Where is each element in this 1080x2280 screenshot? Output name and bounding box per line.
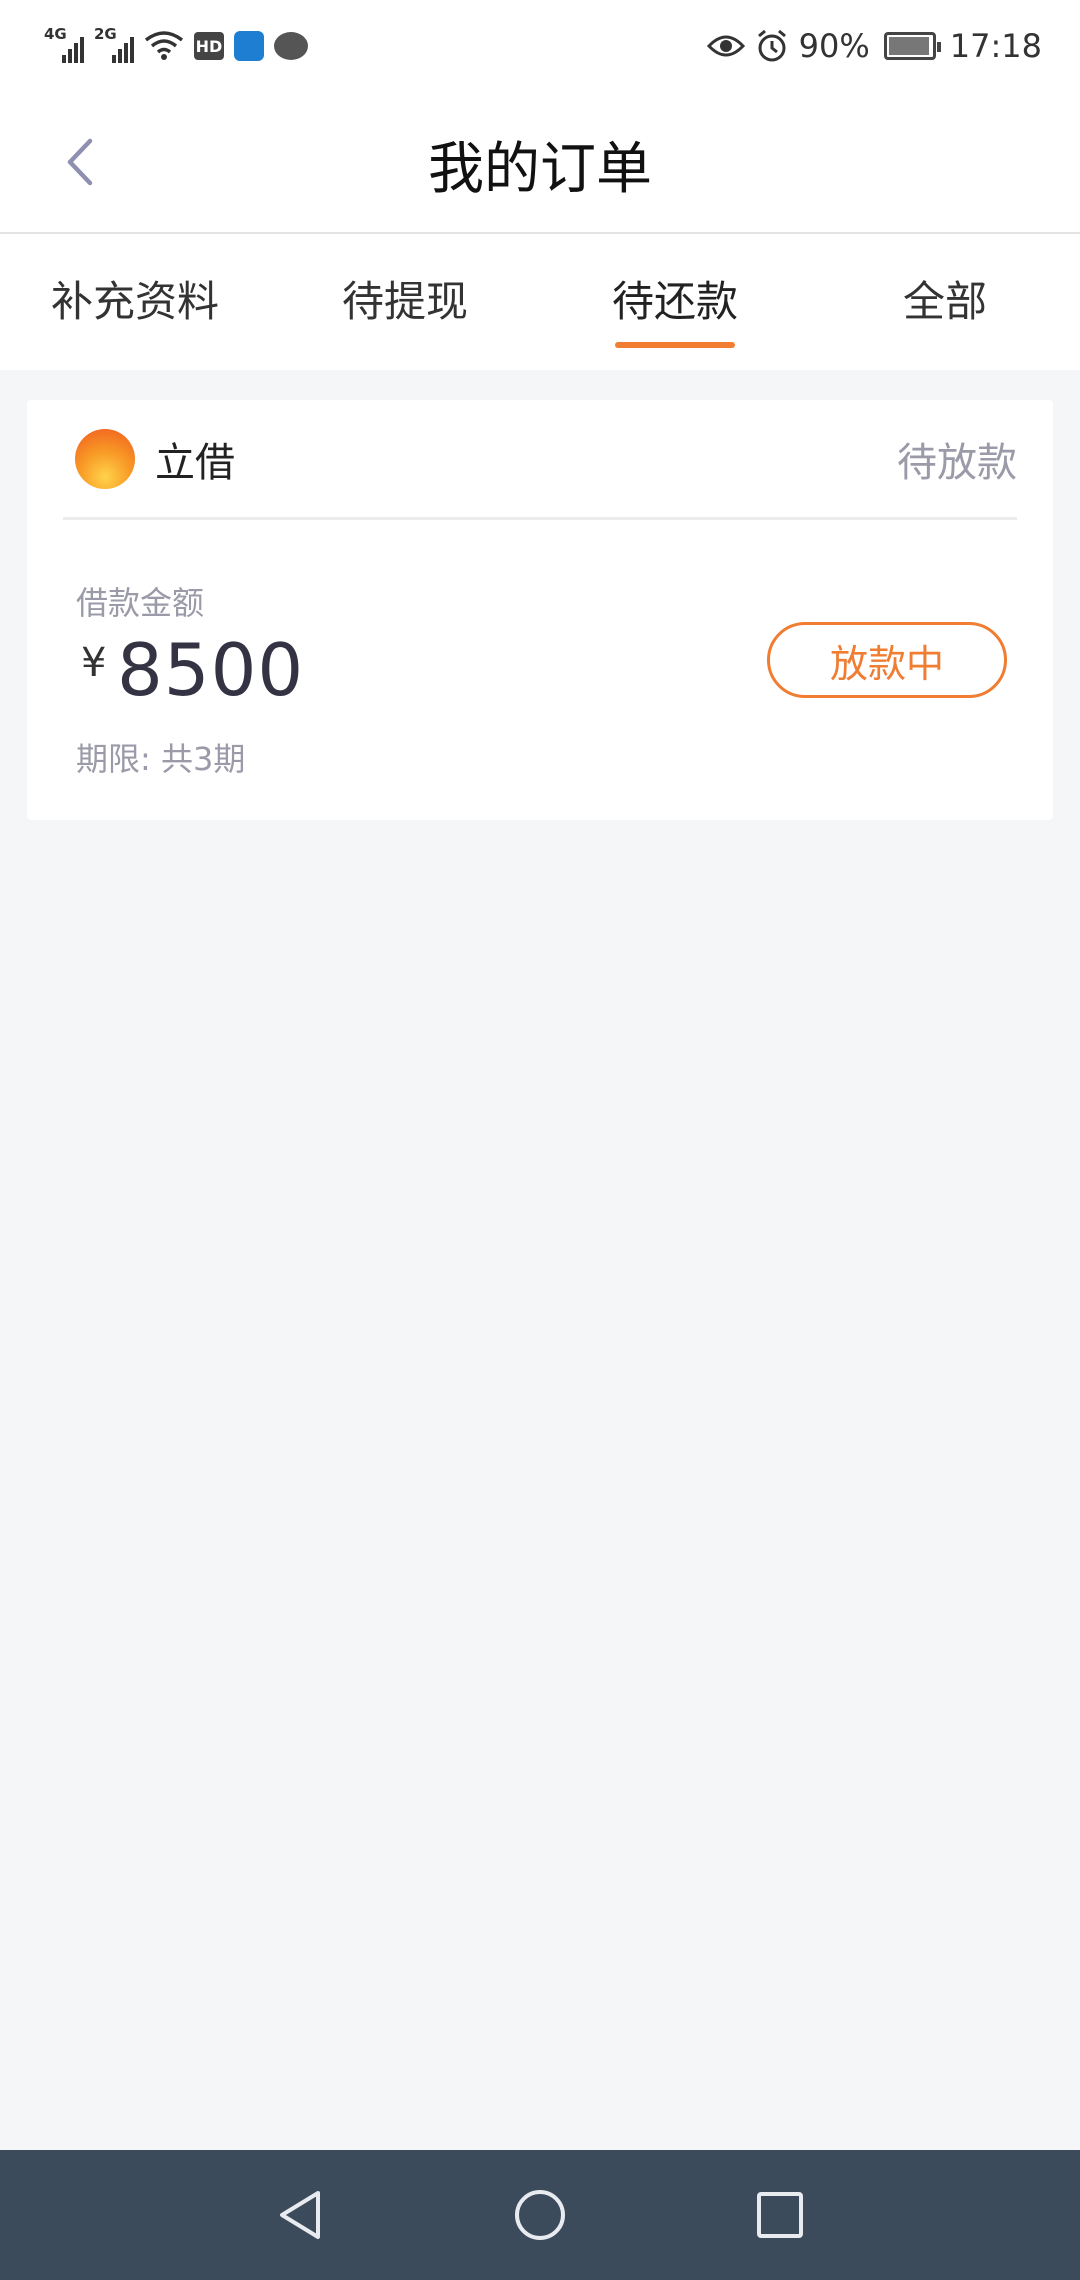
- navigation-bar: 我的订单: [0, 92, 1080, 234]
- circle-home-icon: [515, 2190, 565, 2240]
- tab-pending-withdrawal[interactable]: 待提现: [270, 234, 540, 370]
- eye-icon: [706, 35, 745, 57]
- brand-logo: [75, 428, 135, 489]
- battery-percent: 90%: [798, 27, 870, 65]
- tab-label: 全部: [902, 276, 987, 326]
- amount-label: 借款金额: [76, 584, 205, 622]
- shield-icon: [234, 31, 264, 61]
- system-navigation-bar: [0, 2150, 1080, 2280]
- clock-time: 17:18: [949, 27, 1042, 65]
- brand-name: 立借: [155, 439, 235, 486]
- disbursing-button[interactable]: 放款中: [767, 622, 1007, 698]
- system-recents-button[interactable]: [740, 2175, 820, 2255]
- square-recents-icon: [757, 2192, 803, 2238]
- loan-amount: 8500: [117, 628, 305, 712]
- signal-icon: 4G: [44, 25, 84, 63]
- wechat-icon: [274, 32, 308, 60]
- signal-icon: 2G: [94, 25, 134, 63]
- order-tabs: 补充资料 待提现 待还款 全部: [0, 234, 1080, 370]
- hd-icon: HD: [194, 32, 224, 60]
- tab-supplement-info[interactable]: 补充资料: [0, 234, 270, 370]
- order-status: 待放款: [897, 439, 1017, 486]
- network-type-1: 4G: [44, 25, 67, 43]
- order-card-header: 立借 待放款: [63, 400, 1017, 520]
- active-tab-indicator: [615, 342, 735, 348]
- status-bar: 4G 2G HD 90% 17:18: [0, 0, 1080, 92]
- status-right: 90% 17:18: [706, 27, 1042, 65]
- status-left: 4G 2G HD: [44, 25, 308, 63]
- network-type-2: 2G: [94, 25, 117, 43]
- triangle-back-icon: [280, 2191, 320, 2239]
- system-home-button[interactable]: [500, 2175, 580, 2255]
- page-title: 我的订单: [428, 137, 652, 202]
- wifi-icon: [144, 31, 184, 60]
- tab-label: 待提现: [341, 276, 468, 326]
- loan-term: 期限: 共3期: [76, 740, 246, 778]
- system-back-button[interactable]: [260, 2175, 340, 2255]
- tab-all[interactable]: 全部: [810, 234, 1080, 370]
- tab-label: 待还款: [611, 276, 738, 326]
- alarm-icon: [757, 29, 786, 62]
- currency-symbol: ¥: [81, 640, 107, 686]
- tab-pending-repayment[interactable]: 待还款: [540, 234, 810, 370]
- tab-label: 补充资料: [50, 276, 219, 326]
- order-card[interactable]: 立借 待放款 借款金额 ¥ 8500 期限: 共3期 放款中: [27, 400, 1053, 820]
- battery-icon: [883, 32, 941, 60]
